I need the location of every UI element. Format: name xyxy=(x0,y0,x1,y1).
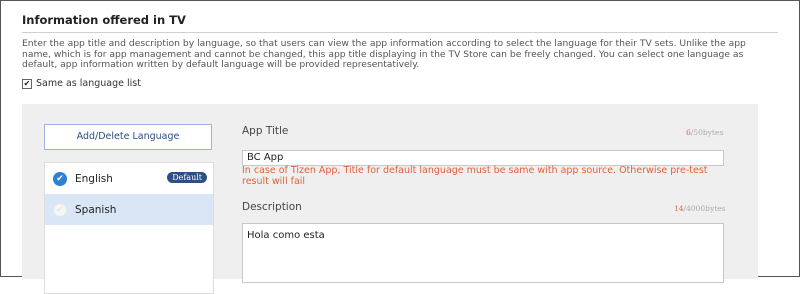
description-textarea[interactable]: Hola como esta xyxy=(242,223,724,283)
description-counter: 14/4000bytes xyxy=(674,204,726,213)
app-title-counter: 6/50bytes xyxy=(686,128,724,137)
same-as-language-label: Same as language list xyxy=(36,78,141,89)
language-list: ✔ English Default ✔ Spanish xyxy=(44,162,214,294)
language-name: English xyxy=(75,172,113,185)
same-as-language-row[interactable]: ✔ Same as language list xyxy=(22,78,141,89)
add-delete-language-button[interactable]: Add/Delete Language xyxy=(44,124,212,150)
section-divider xyxy=(22,32,778,33)
app-title-label: App Title xyxy=(242,125,289,137)
default-badge: Default xyxy=(167,172,207,183)
app-title-error: In case of Tizen App, Title for default … xyxy=(242,165,708,187)
check-circle-icon: ✔ xyxy=(53,171,67,186)
section-title: Information offered in TV xyxy=(22,13,186,27)
language-item-english[interactable]: ✔ English Default xyxy=(45,163,213,194)
language-name: Spanish xyxy=(75,203,117,216)
language-item-spanish[interactable]: ✔ Spanish xyxy=(45,194,213,225)
description-label: Description xyxy=(242,201,302,213)
app-title-input[interactable]: BC App xyxy=(242,150,724,166)
same-as-language-checkbox[interactable]: ✔ xyxy=(22,78,32,89)
section-description: Enter the app title and description by l… xyxy=(22,38,746,70)
check-circle-icon: ✔ xyxy=(53,202,67,217)
language-panel: Add/Delete Language ✔ English Default ✔ … xyxy=(22,104,758,294)
